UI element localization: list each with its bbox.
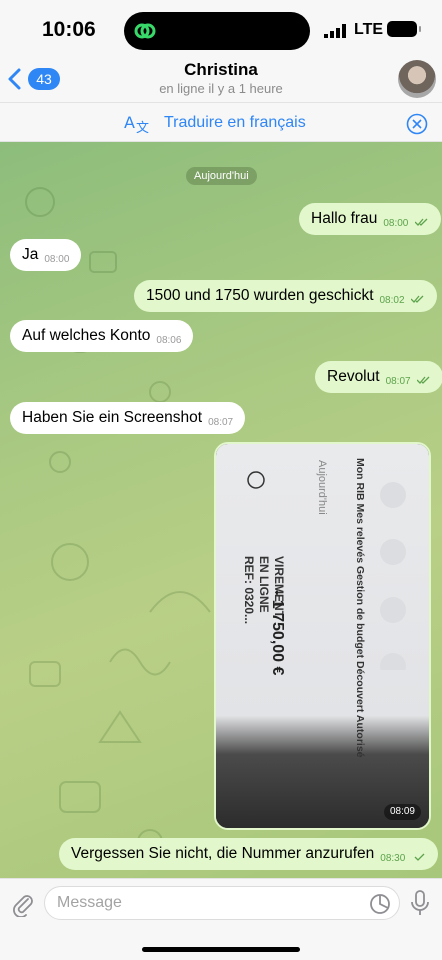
- sent-tick-icon: [414, 853, 425, 861]
- message-bubble-outgoing[interactable]: Hallo frau 08:00: [299, 203, 441, 235]
- message-bubble-outgoing[interactable]: Vergessen Sie nicht, die Nummer anzurufe…: [59, 838, 438, 870]
- message-bubble-outgoing[interactable]: Revolut 08:07: [315, 361, 442, 393]
- message-bubble-outgoing[interactable]: 1500 und 1750 wurden geschickt 08:02: [134, 280, 437, 312]
- svg-text:A: A: [124, 113, 135, 132]
- message-input[interactable]: [57, 894, 357, 912]
- message-bubble-incoming[interactable]: Ja 08:00: [10, 239, 82, 271]
- message-time: 08:02: [379, 295, 405, 306]
- photo-shortcut-icons: [380, 482, 406, 670]
- message-bubble-incoming[interactable]: Haben Sie ein Screenshot 08:07: [10, 402, 246, 434]
- message-field[interactable]: [44, 886, 400, 920]
- message-bubble-incoming[interactable]: Auf welches Konto 08:06: [10, 320, 194, 352]
- photo-time: 08:09: [383, 804, 421, 820]
- photo-content: Mon RIB Mes relevés Gestion de budget Dé…: [216, 444, 429, 828]
- message-text: Auf welches Konto: [22, 327, 151, 344]
- chat-area[interactable]: Aujourd'hui Hallo frau 08:00 Ja 08:00 1500…: [0, 142, 442, 878]
- translate-label[interactable]: Traduire en français: [164, 114, 306, 132]
- photo-date-text: Aujourd'hui: [316, 460, 328, 515]
- message-time: 08:07: [208, 417, 234, 428]
- photo-amount: - 1 750,00 €: [269, 590, 286, 676]
- message-text: 1500 und 1750 wurden geschickt: [146, 287, 374, 304]
- contact-name[interactable]: Christina: [100, 60, 342, 80]
- dynamic-island: [124, 12, 310, 50]
- contact-status: en ligne il y a 1 heure: [159, 81, 283, 96]
- translate-icon: A 文: [124, 113, 149, 135]
- back-chevron-icon: [8, 68, 21, 90]
- battery-icon: [387, 21, 421, 37]
- photo-tabs-text: Mon RIB Mes relevés Gestion de budget Dé…: [354, 458, 366, 758]
- photo-transfer-icon: [247, 471, 265, 489]
- message-text: Vergessen Sie nicht, die Nummer anzurufe…: [71, 845, 375, 862]
- status-time: 10:06: [42, 18, 96, 41]
- message-text: Haben Sie ein Screenshot: [22, 409, 203, 426]
- message-time: 08:00: [44, 254, 70, 265]
- avatar[interactable]: [398, 60, 436, 98]
- close-icon[interactable]: [406, 113, 428, 135]
- date-separator: Aujourd'hui: [186, 167, 257, 185]
- read-ticks-icon: [414, 218, 428, 226]
- network-type: LTE: [354, 21, 384, 38]
- sticker-icon[interactable]: [369, 893, 391, 915]
- attachment-icon[interactable]: [10, 891, 36, 917]
- home-indicator: [142, 947, 300, 952]
- message-text: Ja: [22, 246, 39, 263]
- microphone-icon[interactable]: [408, 889, 432, 917]
- status-bar: 10:06 LTE: [0, 0, 442, 56]
- message-time: 08:00: [383, 218, 409, 229]
- translate-bar[interactable]: A 文 Traduire en français: [0, 102, 442, 142]
- chat-header: 43 Christina en ligne il y a 1 heure: [0, 56, 442, 102]
- message-time: 08:30: [380, 853, 406, 864]
- signal-icon: [324, 24, 346, 38]
- photo-line3: REF: 0320...: [242, 556, 256, 625]
- read-ticks-icon: [416, 376, 430, 384]
- message-time: 08:07: [385, 376, 411, 387]
- read-ticks-icon: [410, 295, 424, 303]
- island-app-icon: [134, 23, 156, 39]
- message-text: Revolut: [327, 368, 380, 385]
- svg-text:文: 文: [136, 121, 149, 135]
- message-text: Hallo frau: [311, 210, 378, 227]
- message-time: 08:06: [156, 335, 182, 346]
- photo-message[interactable]: Mon RIB Mes relevés Gestion de budget Dé…: [214, 442, 431, 830]
- back-button[interactable]: 43: [6, 65, 62, 93]
- message-input-bar: [0, 878, 442, 960]
- unread-count-badge: 43: [28, 68, 60, 90]
